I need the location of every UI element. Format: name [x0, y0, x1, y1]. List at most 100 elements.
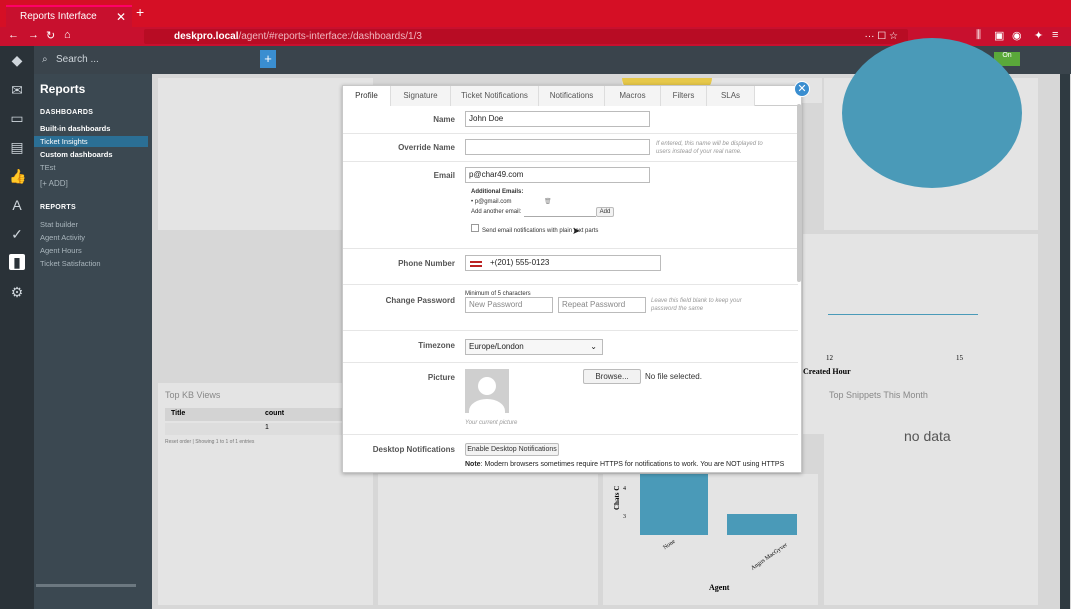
library-icon[interactable]: ⫼ [976, 29, 981, 42]
tick-12: 12 [826, 354, 833, 362]
browser-tab-bar: Reports Interface ✕ + [0, 0, 1071, 27]
account-icon[interactable]: ◉ [1012, 29, 1022, 42]
modal-tabs: Profile Signature Ticket Notifications N… [343, 86, 801, 106]
search-input[interactable]: ⌕ Search ... [38, 51, 148, 69]
panel-top-right [824, 38, 1038, 230]
sidebar-item-test[interactable]: TEst [40, 162, 148, 173]
row-picture: Picture Your current picture Browse... N… [343, 363, 798, 435]
timezone-select[interactable]: Europe/London ⌄ [465, 339, 603, 355]
new-tab-button[interactable]: + [136, 4, 144, 20]
close-icon[interactable]: ✕ [794, 81, 810, 97]
kb-table-footer: Reset order | Showing 1 to 1 of 1 entrie… [165, 439, 255, 445]
trash-icon[interactable]: 🗑 [544, 198, 552, 205]
timezone-value: Europe/London [469, 342, 524, 351]
forward-icon[interactable]: → [28, 29, 39, 41]
row-email: Email p@char49.com Additional Emails: • … [343, 162, 798, 249]
note-text: : Modern browsers sometimes require HTTP… [480, 461, 785, 468]
add-email-button[interactable]: Add [596, 207, 614, 217]
repeat-password-input[interactable]: Repeat Password [558, 297, 646, 313]
tab-signature[interactable]: Signature [391, 86, 451, 106]
enable-desktop-button[interactable]: Enable Desktop Notifications [465, 443, 559, 456]
admin-icon[interactable]: ⚙ [9, 284, 25, 300]
email-input[interactable]: p@char49.com [465, 167, 650, 183]
tab-profile[interactable]: Profile [343, 86, 391, 106]
override-hint: If entered, this name will be displayed … [656, 141, 763, 155]
add-button[interactable]: + [260, 50, 276, 68]
url-bar[interactable]: deskpro.local/agent/#reports-interface:/… [144, 29, 908, 44]
plain-text-checkbox[interactable] [471, 224, 479, 232]
kb-table-row: 1 [165, 423, 365, 435]
sidebar-item-add[interactable]: [+ ADD] [40, 178, 148, 189]
bar-label-none: None [662, 538, 677, 552]
contacts-icon[interactable]: ▤ [9, 139, 25, 155]
tasks-icon[interactable]: ✓ [9, 226, 25, 242]
avatar [465, 369, 509, 413]
sidebar-item-agent-hours[interactable]: Agent Hours [40, 245, 148, 256]
desktop-label: Desktop Notifications [372, 445, 455, 454]
no-data-text: no data [904, 428, 951, 444]
url-menu-icon[interactable]: ··· ☐ ☆ [865, 29, 898, 44]
logo-icon[interactable]: ◆ [9, 52, 25, 68]
bar-angus [727, 514, 797, 535]
phone-label: Phone Number [398, 259, 455, 268]
col-title: Title [171, 410, 186, 417]
reload-icon[interactable]: ↻ [46, 29, 55, 42]
kb-table-header: Title count [165, 408, 365, 421]
sidebar-item-custom[interactable]: Custom dashboards [40, 149, 148, 160]
password-label: Change Password [385, 296, 455, 305]
reports-icon[interactable]: ▮ [9, 254, 25, 270]
extension-icon[interactable]: ✦ [1034, 29, 1043, 42]
password-hint: Leave this field blank to keep your pass… [651, 298, 742, 312]
profile-modal: Profile Signature Ticket Notifications N… [342, 85, 802, 473]
back-icon[interactable]: ← [8, 29, 19, 41]
feedback-icon[interactable]: 👍 [9, 168, 26, 184]
plain-text-label: Send email notifications with plain text… [482, 228, 599, 234]
row-password: Change Password Minimum of 5 characters … [343, 285, 798, 331]
browser-tab[interactable]: Reports Interface ✕ [6, 5, 132, 27]
chats-axis-label: Chats C [613, 485, 621, 510]
publish-icon[interactable]: A [9, 197, 25, 213]
sidebar-item-agent-activity[interactable]: Agent Activity [40, 232, 148, 243]
tab-macros[interactable]: Macros [605, 86, 661, 106]
sidebar-scrollbar[interactable] [36, 584, 136, 587]
tab-filters[interactable]: Filters [661, 86, 707, 106]
sidebar-item-ticket-satisfaction[interactable]: Ticket Satisfaction [40, 258, 148, 269]
left-nav: ◆ ✉ ▭ ▤ 👍 A ✓ ▮ ⚙ [0, 46, 34, 609]
tab-notifications[interactable]: Notifications [539, 86, 605, 106]
sidebar-item-stat-builder[interactable]: Stat builder [40, 219, 148, 230]
note-bold: Note [465, 461, 481, 468]
section-reports: REPORTS [40, 204, 76, 211]
home-icon[interactable]: ⌂ [64, 29, 71, 41]
main-scrollbar[interactable] [1060, 74, 1070, 609]
section-dashboards: DASHBOARDS [40, 109, 94, 116]
name-input[interactable]: John Doe [465, 111, 650, 127]
mail-icon[interactable]: ✉ [9, 82, 25, 98]
picture-label: Picture [427, 373, 455, 382]
tab-close-icon[interactable]: ✕ [116, 7, 126, 27]
sidebar-item-ticket-insights[interactable]: Ticket Insights [34, 136, 148, 147]
col-count: count [265, 410, 285, 417]
url-host: deskpro.local [174, 31, 239, 42]
https-note: Note: Modern browsers sometimes require … [465, 461, 784, 468]
sidebar-icon[interactable]: ▣ [994, 29, 1004, 42]
add-email-input[interactable] [524, 216, 596, 217]
y-tick-4: 4 [623, 486, 626, 492]
tab-ticket-notifications[interactable]: Ticket Notifications [451, 86, 539, 106]
panel-top-kb: Top KB Views Title count 1 Reset order |… [158, 383, 373, 605]
modal-scrollbar[interactable] [797, 104, 801, 282]
chat-icon[interactable]: ▭ [9, 110, 25, 126]
row-override-name: Override Name If entered, this name will… [343, 134, 798, 162]
row-name: Name John Doe [343, 106, 798, 134]
sidebar-item-built-in[interactable]: Built-in dashboards [40, 123, 148, 134]
override-name-input[interactable] [465, 139, 650, 155]
agent-axis-label: Agent [709, 583, 730, 592]
browse-button[interactable]: Browse... [583, 369, 641, 384]
phone-input[interactable]: +(201) 555-0123 [465, 255, 661, 271]
current-picture-label: Your current picture [465, 420, 518, 426]
menu-icon[interactable]: ≡ [1052, 29, 1058, 41]
new-password-input[interactable]: New Password [465, 297, 553, 313]
timezone-label: Timezone [418, 341, 455, 350]
bar-label-angus: Angus MacGyver [750, 542, 789, 572]
us-flag-icon[interactable] [470, 261, 482, 267]
tab-slas[interactable]: SLAs [707, 86, 755, 106]
